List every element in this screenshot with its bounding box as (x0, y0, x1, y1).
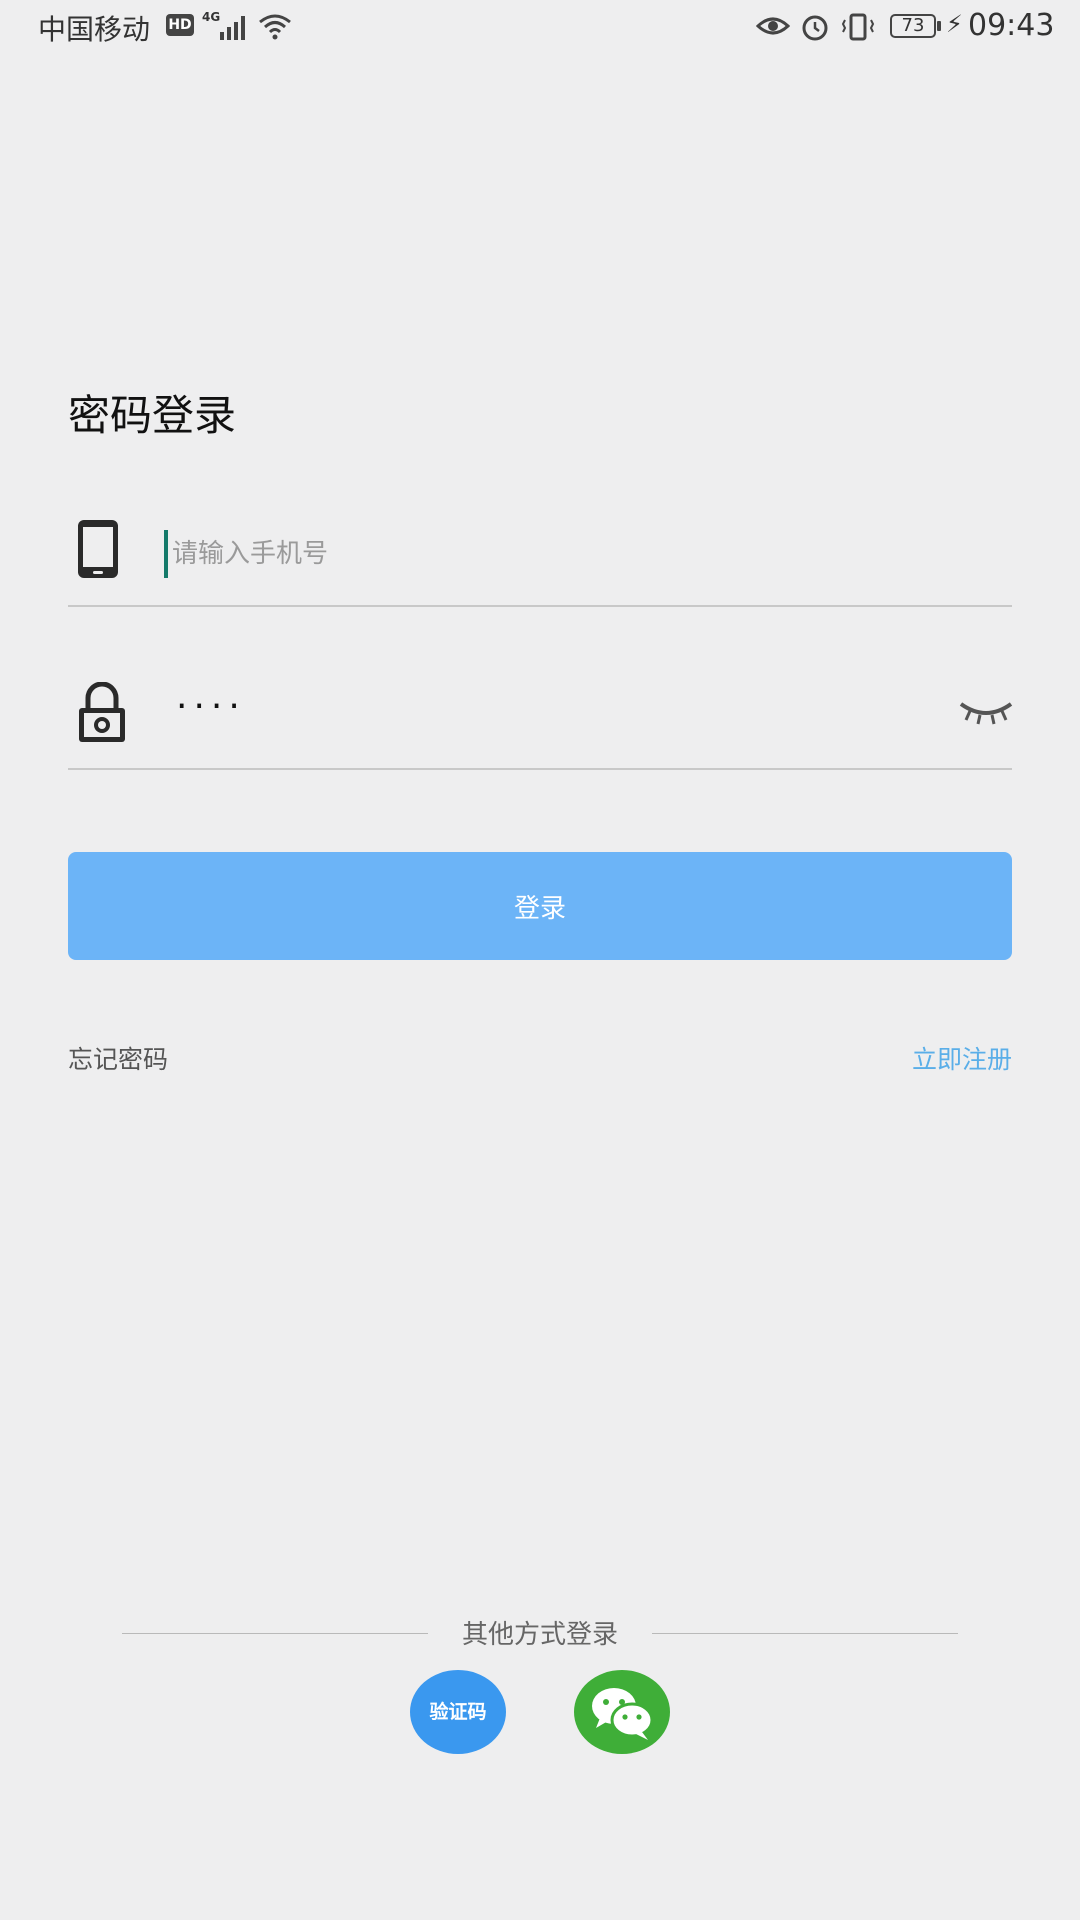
wifi-icon (259, 14, 291, 40)
alarm-icon (802, 15, 828, 41)
signal-icon (220, 16, 245, 40)
clock: 09:43 (968, 8, 1055, 43)
eye-closed-icon[interactable] (958, 696, 1014, 728)
phone-field-underline (68, 605, 1012, 607)
login-button[interactable]: 登录 (68, 852, 1012, 960)
sms-code-login-button[interactable]: 验证码 (410, 1670, 506, 1754)
forgot-password-link[interactable]: 忘记密码 (68, 1040, 168, 1076)
divider-right (652, 1633, 958, 1634)
battery-indicator: 73 (890, 14, 936, 38)
phone-number-input[interactable] (164, 530, 974, 578)
register-link[interactable]: 立即注册 (912, 1040, 1012, 1076)
carrier-name: 中国移动 (38, 13, 151, 46)
password-field-underline (68, 768, 1012, 770)
eye-comfort-icon (756, 17, 790, 35)
vibrate-icon (841, 13, 875, 41)
wechat-icon (592, 1688, 654, 1740)
phone-icon (78, 520, 118, 578)
battery-tip (937, 21, 941, 31)
password-input[interactable]: ···· (176, 686, 246, 727)
status-bar: 中国移动 HD 4G 73 ⚡ 09:43 (0, 0, 1080, 56)
hd-badge: HD (166, 14, 194, 36)
charging-icon: ⚡ (946, 10, 963, 38)
lock-icon (79, 682, 125, 742)
page-title: 密码登录 (68, 391, 237, 440)
wechat-login-button[interactable] (574, 1670, 670, 1754)
